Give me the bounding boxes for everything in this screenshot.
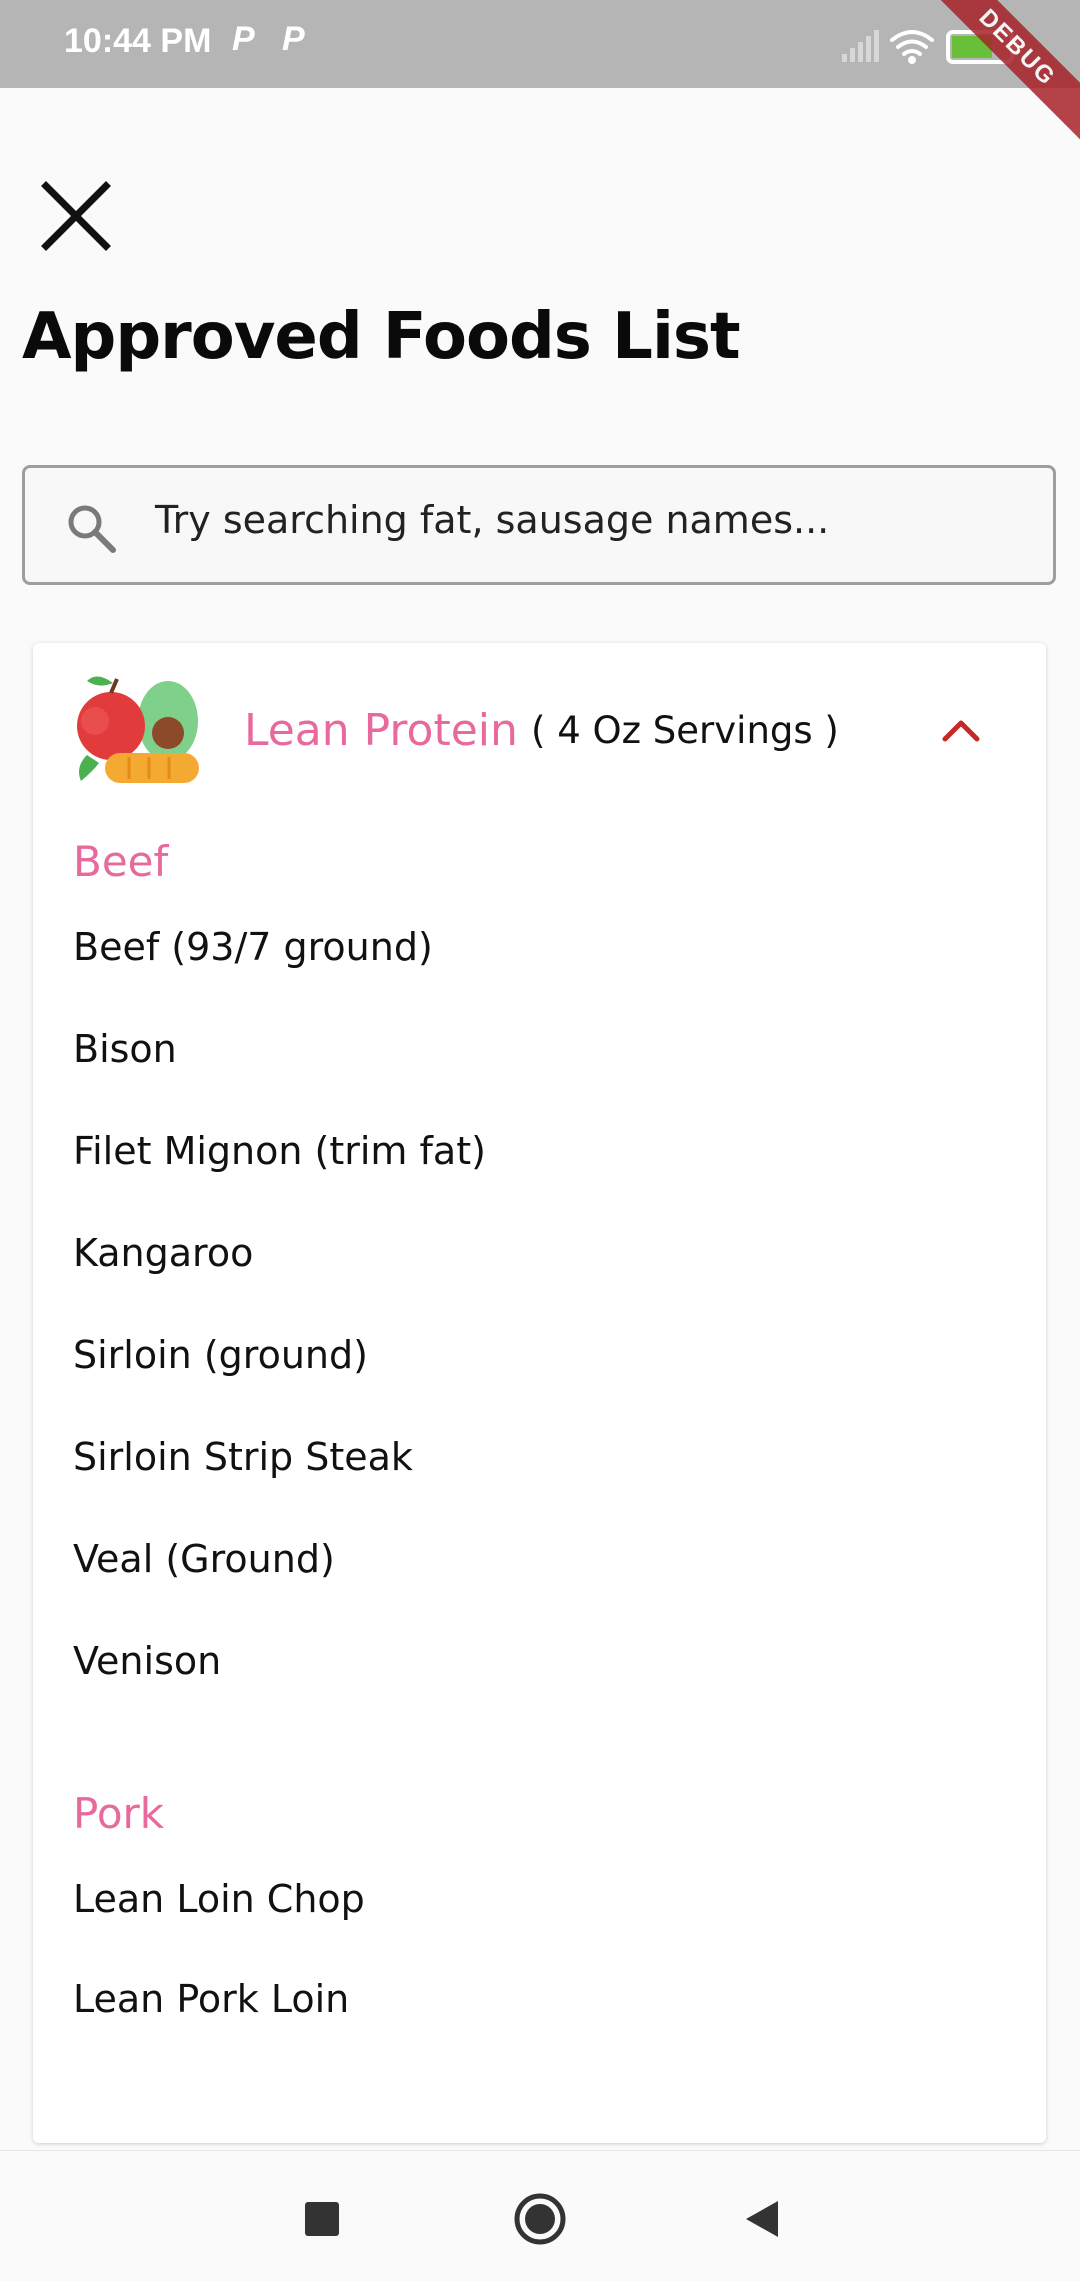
search-icon	[68, 505, 116, 553]
list-item[interactable]: Filet Mignon (trim fat)	[73, 1129, 486, 1173]
recents-square-icon[interactable]	[292, 2189, 352, 2249]
category-card: Lean Protein ( 4 Oz Servings ) Beef Beef…	[33, 643, 1046, 2143]
home-circle-icon[interactable]	[510, 2189, 570, 2249]
debug-banner: DEBUG	[921, 0, 1080, 144]
list-item[interactable]: Kangaroo	[73, 1231, 253, 1275]
category-name: Lean Protein	[244, 705, 518, 756]
notification-icon: P	[282, 20, 305, 58]
wifi-icon	[890, 30, 934, 64]
back-triangle-icon[interactable]	[732, 2189, 792, 2249]
page-title: Approved Foods List	[22, 300, 741, 374]
section-title-beef: Beef	[73, 837, 169, 886]
list-item[interactable]: Sirloin Strip Steak	[73, 1435, 413, 1479]
list-item[interactable]: Lean Loin Chop	[73, 1877, 365, 1921]
list-item[interactable]: Lean Pork Loin	[73, 1977, 349, 2021]
close-button[interactable]	[36, 176, 116, 256]
section-title-pork: Pork	[73, 1789, 165, 1838]
close-icon	[41, 181, 111, 251]
notification-icon: P	[232, 20, 255, 58]
signal-icon	[842, 30, 879, 62]
list-item[interactable]: Bison	[73, 1027, 177, 1071]
list-item[interactable]: Venison	[73, 1639, 221, 1683]
search-placeholder: Try searching fat, sausage names...	[155, 498, 830, 542]
chevron-up-icon[interactable]	[941, 715, 981, 745]
category-header[interactable]: Lean Protein ( 4 Oz Servings )	[33, 643, 1046, 803]
status-bar: 10:44 PM P P DEBUG	[0, 0, 1080, 144]
fruit-vegetable-icon	[77, 676, 199, 783]
serving-size: ( 4 Oz Servings )	[531, 709, 839, 752]
list-item[interactable]: Beef (93/7 ground)	[73, 925, 433, 969]
navigation-bar	[0, 2150, 1080, 2281]
list-item[interactable]: Sirloin (ground)	[73, 1333, 368, 1377]
search-input[interactable]: Try searching fat, sausage names...	[22, 465, 1056, 585]
status-time: 10:44 PM	[64, 22, 212, 60]
list-item[interactable]: Veal (Ground)	[73, 1537, 335, 1581]
